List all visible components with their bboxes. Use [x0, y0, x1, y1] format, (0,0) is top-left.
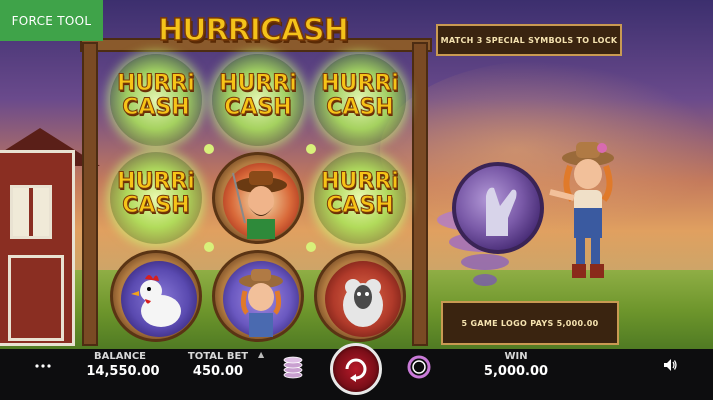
balance-value: 14,550.00: [86, 364, 160, 379]
balance-label: BALANCE: [93, 351, 146, 362]
frame-left-post: [82, 42, 98, 346]
win-value: 5,000.00: [483, 364, 549, 379]
farm-girl-character: [540, 138, 630, 288]
barn-door: [8, 255, 64, 341]
total-bet-value: 450.00: [192, 364, 244, 379]
hand-silhouette-icon: [486, 187, 517, 236]
game-stage: HURRICASH HURRi CASH HURRi CASH HURRi CA…: [0, 0, 713, 400]
bet-up-icon[interactable]: ▲: [258, 350, 264, 359]
pays-banner: 5 GAME LOGO PAYS 5,000.00: [441, 301, 619, 345]
hint-banner: MATCH 3 SPECIAL SYMBOLS TO LOCK: [436, 24, 622, 56]
win-label: WIN: [504, 351, 528, 362]
total-bet-label: TOTAL BET: [187, 351, 249, 362]
game-logo: HURRICASH: [157, 12, 349, 49]
chip-stack-icon[interactable]: [282, 354, 304, 380]
frame-right-post: [412, 42, 428, 346]
sound-icon[interactable]: [662, 357, 678, 373]
spin-button[interactable]: [330, 343, 382, 395]
autoplay-icon[interactable]: [406, 354, 432, 380]
spin-icon: [345, 358, 367, 382]
tornado-orb: [452, 162, 544, 254]
menu-icon[interactable]: [35, 360, 51, 372]
lock-indicators: [204, 144, 316, 252]
force-tool-button[interactable]: FORCE TOOL: [0, 0, 103, 41]
barn-window: [10, 185, 52, 239]
farm-girl-character-icon: [549, 142, 614, 278]
